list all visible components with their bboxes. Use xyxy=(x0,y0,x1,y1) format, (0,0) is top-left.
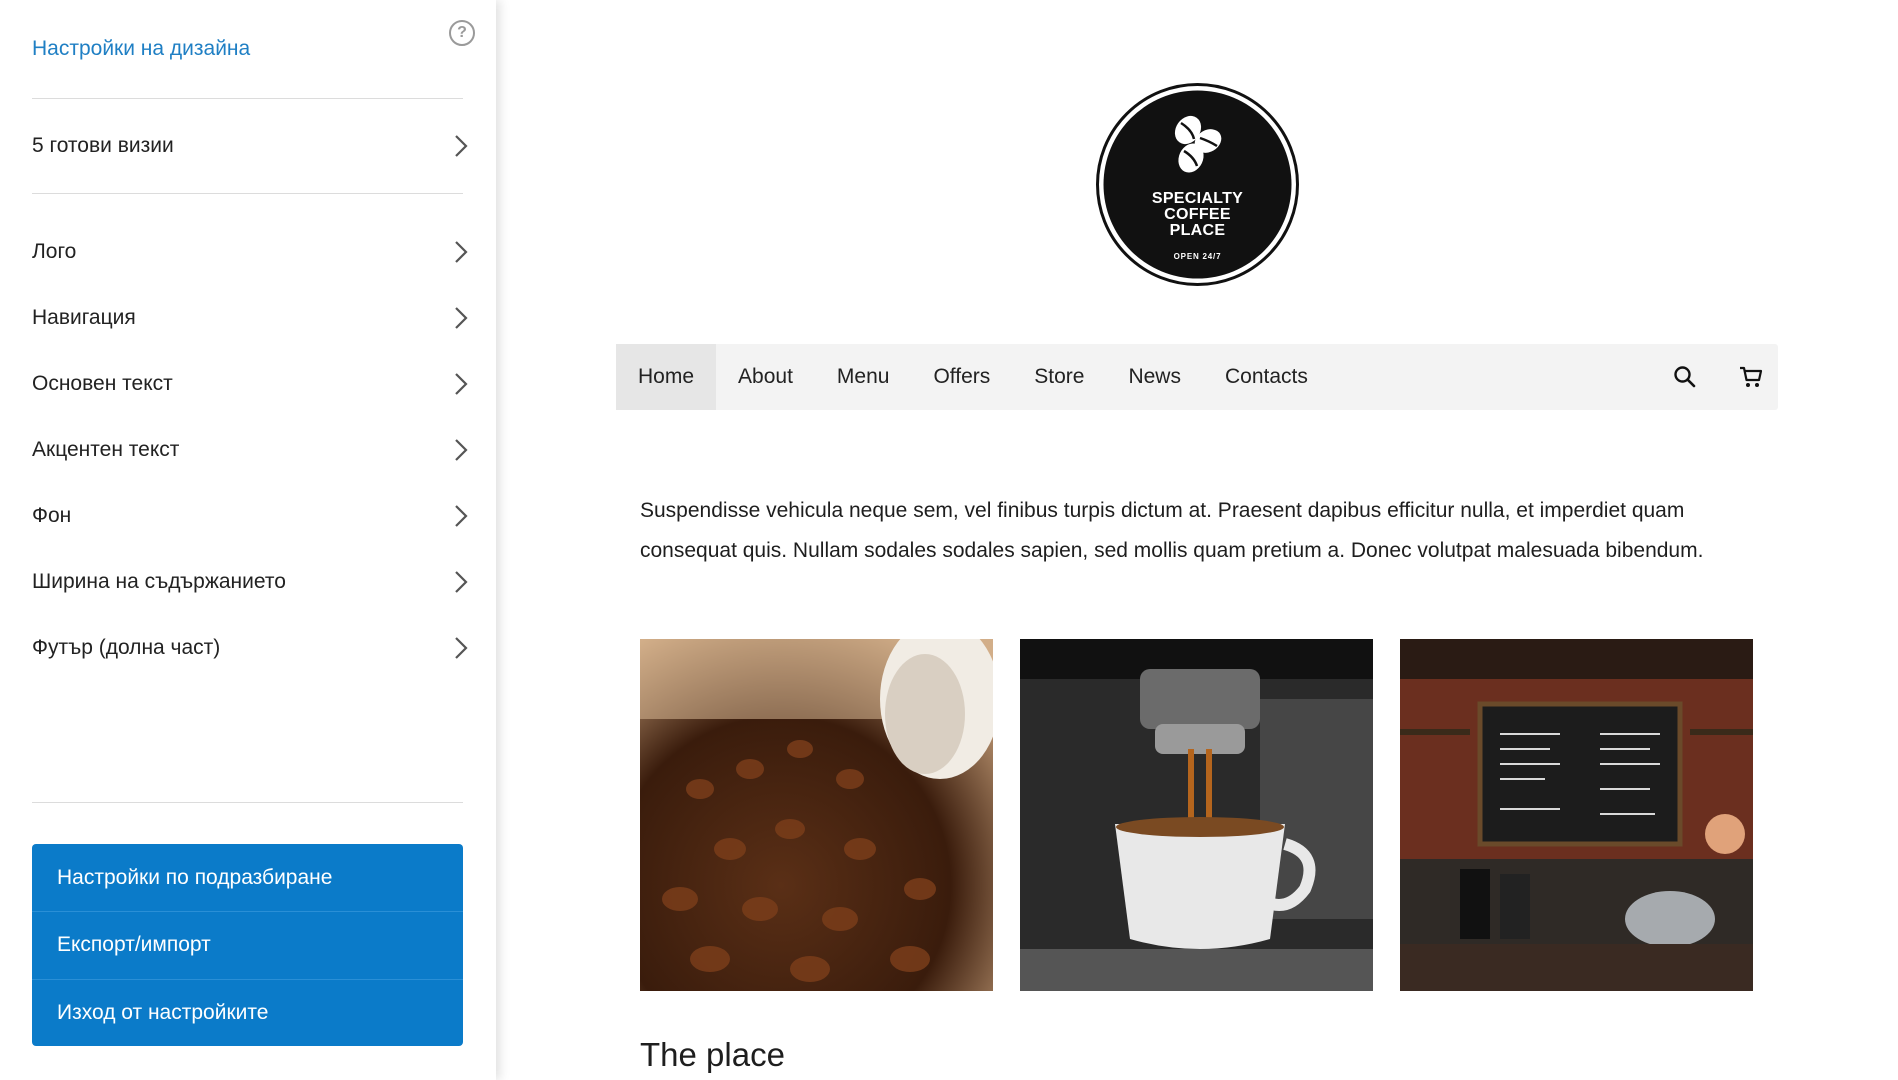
sidebar-item-presets[interactable]: 5 готови визии xyxy=(32,124,472,168)
sidebar-item-content-width[interactable]: Ширина на съдържанието xyxy=(32,560,472,604)
sidebar-title: Настройки на дизайна xyxy=(32,37,251,60)
chevron-right-icon xyxy=(450,501,472,531)
coffee-beans-photo xyxy=(640,639,993,991)
logo-line: SPECIALTY xyxy=(1151,190,1244,207)
logo-wordmark: SPECIALTY COFFEE PLACE xyxy=(1096,191,1299,239)
cafe-interior-photo xyxy=(1400,639,1753,991)
main-navigation: Home About Menu Offers Store News Contac… xyxy=(616,344,1778,410)
logo-tagline: OPEN 24/7 xyxy=(1173,252,1222,261)
nav-item-offers[interactable]: Offers xyxy=(911,344,1012,410)
nav-item-news[interactable]: News xyxy=(1106,344,1203,410)
sidebar-item-background[interactable]: Фон xyxy=(32,494,472,538)
chevron-right-icon xyxy=(450,435,472,465)
sidebar-item-label: Ширина на съдържанието xyxy=(32,570,286,593)
cart-icon[interactable] xyxy=(1738,364,1764,390)
nav-item-home[interactable]: Home xyxy=(616,344,717,410)
logo-line: PLACE xyxy=(1169,222,1226,239)
sidebar-item-label: Футър (долна част) xyxy=(32,636,221,659)
chevron-right-icon xyxy=(450,237,472,267)
nav-item-about[interactable]: About xyxy=(716,344,815,410)
sidebar-actions-panel: Настройки по подразбиране Експорт/импорт… xyxy=(32,844,463,1046)
section-title: The place xyxy=(640,1036,785,1073)
nav-item-menu[interactable]: Menu xyxy=(815,344,912,410)
chevron-right-icon xyxy=(450,567,472,597)
sidebar-item-main-text[interactable]: Основен текст xyxy=(32,362,472,406)
chevron-right-icon xyxy=(450,131,472,161)
chevron-right-icon xyxy=(450,303,472,333)
sidebar-item-footer[interactable]: Футър (долна част) xyxy=(32,626,472,670)
divider xyxy=(32,193,463,194)
exit-settings-button[interactable]: Изход от настройките xyxy=(32,978,463,1046)
divider xyxy=(32,802,463,803)
sidebar-item-logo[interactable]: Лого xyxy=(32,230,472,274)
sidebar-item-label: 5 готови визии xyxy=(32,134,174,157)
sidebar-item-label: Основен текст xyxy=(32,372,173,395)
sidebar-item-label: Фон xyxy=(32,504,72,527)
reset-defaults-button[interactable]: Настройки по подразбиране xyxy=(32,844,463,911)
sidebar-item-label: Акцентен текст xyxy=(32,438,180,461)
sidebar-item-label: Лого xyxy=(32,240,77,263)
search-icon[interactable] xyxy=(1672,364,1698,390)
espresso-machine-photo xyxy=(1020,639,1373,991)
intro-paragraph: Suspendisse vehicula neque sem, vel fini… xyxy=(640,499,1704,562)
site-preview: SPECIALTY COFFEE PLACE OPEN 24/7 Home Ab… xyxy=(496,0,1898,1080)
sidebar-item-accent-text[interactable]: Акцентен текст xyxy=(32,428,472,472)
sidebar-item-label: Навигация xyxy=(32,306,136,329)
site-logo[interactable]: SPECIALTY COFFEE PLACE OPEN 24/7 xyxy=(1096,83,1299,286)
chevron-right-icon xyxy=(450,633,472,663)
logo-line: COFFEE xyxy=(1164,206,1231,223)
nav-item-store[interactable]: Store xyxy=(1012,344,1106,410)
help-icon[interactable]: ? xyxy=(449,20,475,46)
export-import-button[interactable]: Експорт/импорт xyxy=(32,911,463,978)
chevron-right-icon xyxy=(450,369,472,399)
sidebar-item-navigation[interactable]: Навигация xyxy=(32,296,472,340)
divider xyxy=(32,98,463,99)
nav-item-contacts[interactable]: Contacts xyxy=(1203,344,1330,410)
design-settings-sidebar: Настройки на дизайна ? 5 готови визии Ло… xyxy=(0,0,496,1080)
